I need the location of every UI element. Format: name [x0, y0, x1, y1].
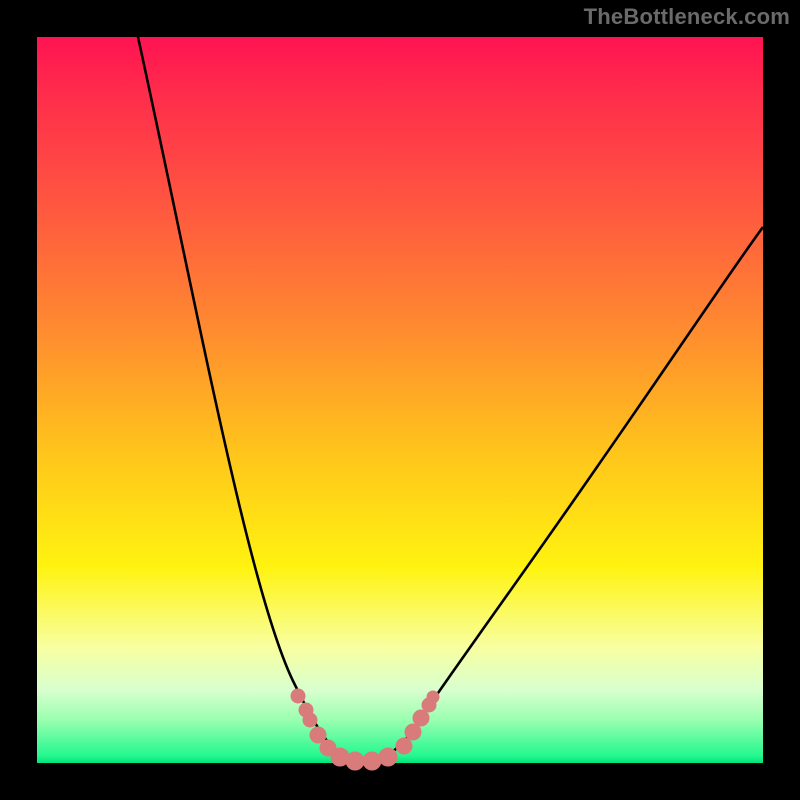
curve-marker [310, 727, 326, 743]
chart-svg [37, 37, 763, 763]
plot-area [37, 37, 763, 763]
chart-frame: TheBottleneck.com [0, 0, 800, 800]
curve-marker [427, 691, 439, 703]
curve-marker [346, 752, 364, 770]
curve-marker [379, 748, 397, 766]
curve-marker [396, 738, 412, 754]
bottleneck-curve [138, 37, 763, 761]
curve-marker [413, 710, 429, 726]
curve-marker [405, 724, 421, 740]
watermark-text: TheBottleneck.com [584, 4, 790, 30]
curve-marker [291, 689, 305, 703]
markers-layer [291, 689, 439, 770]
curve-marker [363, 752, 381, 770]
curve-marker [303, 713, 317, 727]
curve-layer [138, 37, 763, 761]
